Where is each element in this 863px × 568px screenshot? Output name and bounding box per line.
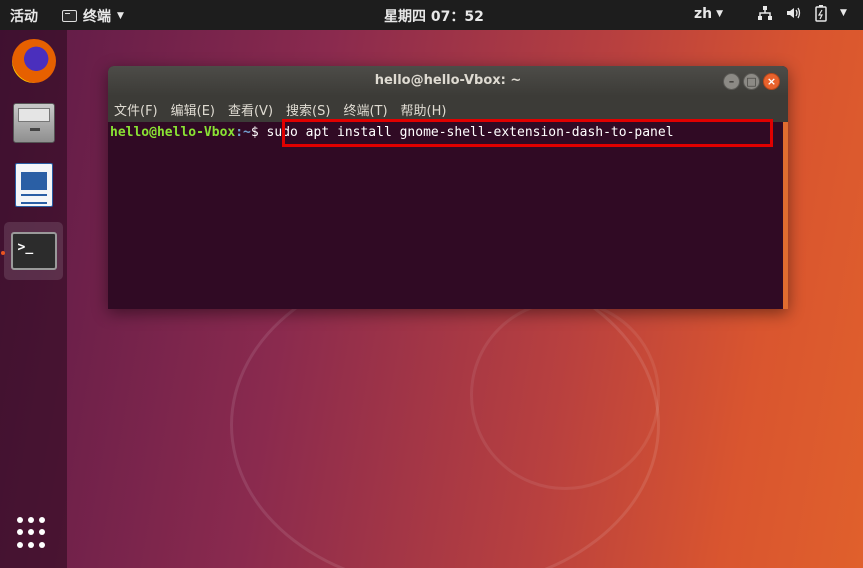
menu-terminal[interactable]: 终端(T) bbox=[343, 100, 387, 119]
scrollbar[interactable] bbox=[783, 122, 788, 309]
system-tray[interactable]: ▼ bbox=[756, 4, 847, 22]
clock[interactable]: 星期四 07：52 bbox=[384, 6, 484, 26]
menu-edit[interactable]: 编辑(E) bbox=[171, 100, 215, 119]
network-icon bbox=[756, 4, 774, 22]
chevron-down-icon: ▼ bbox=[716, 9, 724, 19]
firefox-icon bbox=[11, 39, 56, 83]
prompt-path: :~ bbox=[235, 125, 251, 140]
terminal-icon: >_ bbox=[10, 232, 57, 270]
minimize-icon[interactable]: – bbox=[723, 73, 740, 90]
window-titlebar[interactable]: hello@hello-Vbox: ~ – □ × bbox=[108, 66, 788, 96]
chevron-down-icon: ▼ bbox=[840, 8, 847, 18]
active-indicator bbox=[1, 251, 5, 255]
show-applications-icon[interactable] bbox=[17, 517, 49, 549]
language-selector[interactable]: zh ▼ bbox=[694, 6, 723, 22]
dock-item-files[interactable] bbox=[4, 94, 63, 152]
top-bar: 活动 终端 ▼ 星期四 07：52 zh ▼ ▼ bbox=[0, 0, 863, 30]
dock-item-writer[interactable] bbox=[4, 156, 63, 214]
app-menu[interactable]: 终端 ▼ bbox=[62, 6, 124, 26]
prompt-symbol: $ bbox=[250, 125, 267, 140]
menu-file[interactable]: 文件(F) bbox=[114, 100, 158, 119]
terminal-body[interactable]: hello@hello-Vbox:~$ sudo apt install gno… bbox=[108, 119, 788, 309]
language-label: zh bbox=[694, 6, 713, 22]
volume-icon bbox=[784, 4, 802, 22]
dock-item-firefox[interactable] bbox=[4, 32, 63, 90]
menu-search[interactable]: 搜索(S) bbox=[286, 100, 330, 119]
menu-view[interactable]: 查看(V) bbox=[228, 100, 273, 119]
close-icon[interactable]: × bbox=[763, 73, 780, 90]
terminal-icon bbox=[62, 10, 77, 22]
command-text: sudo apt install gnome-shell-extension-d… bbox=[266, 125, 674, 140]
dock-item-terminal[interactable]: >_ bbox=[4, 222, 63, 280]
writer-icon bbox=[14, 163, 53, 207]
prompt-user: hello@hello-Vbox bbox=[110, 125, 236, 140]
menu-bar: 文件(F) 编辑(E) 查看(V) 搜索(S) 终端(T) 帮助(H) bbox=[108, 96, 788, 122]
dock: >_ bbox=[0, 30, 67, 568]
wallpaper-decoration-inner bbox=[470, 300, 660, 490]
terminal-window: hello@hello-Vbox: ~ – □ × 文件(F) 编辑(E) 查看… bbox=[108, 66, 788, 309]
window-title: hello@hello-Vbox: ~ bbox=[374, 73, 522, 88]
maximize-icon[interactable]: □ bbox=[743, 73, 760, 90]
menu-help[interactable]: 帮助(H) bbox=[401, 100, 447, 119]
activities-button[interactable]: 活动 bbox=[10, 6, 38, 26]
files-icon bbox=[12, 103, 55, 143]
window-controls: – □ × bbox=[723, 73, 780, 90]
chevron-down-icon: ▼ bbox=[117, 11, 124, 21]
app-menu-label: 终端 bbox=[83, 9, 111, 25]
battery-icon bbox=[812, 4, 830, 22]
